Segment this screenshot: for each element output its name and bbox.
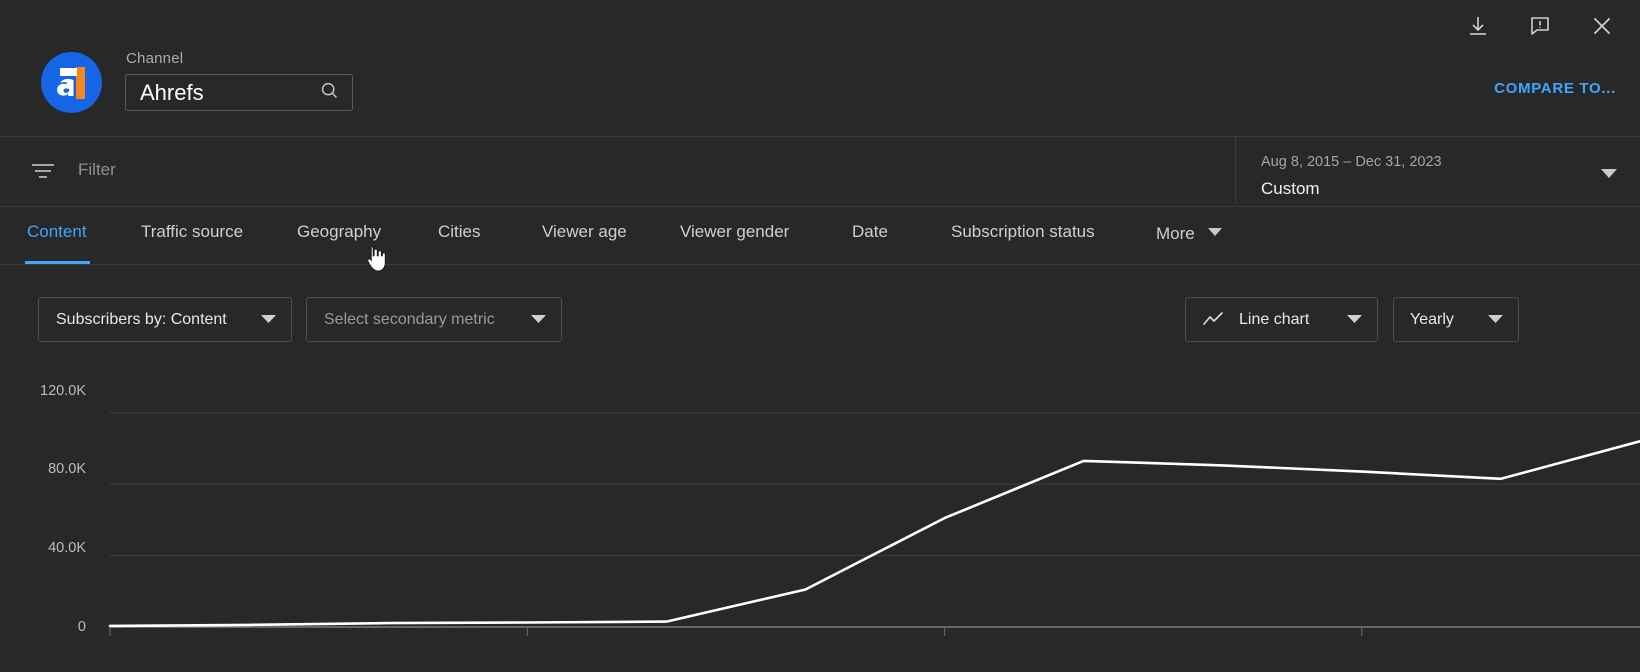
search-icon[interactable]: [319, 80, 340, 106]
chart-controls: Subscribers by: Content Select secondary…: [0, 264, 1640, 374]
date-range-value: Aug 8, 2015 – Dec 31, 2023: [1261, 154, 1442, 170]
chevron-down-icon: [1207, 222, 1223, 242]
secondary-metric-dropdown[interactable]: Select secondary metric: [306, 297, 562, 342]
chart-type-label: Line chart: [1239, 311, 1309, 329]
primary-metric-label: Subscribers by: Content: [56, 311, 227, 329]
channel-value: Ahrefs: [140, 82, 204, 104]
chevron-down-icon: [1600, 166, 1618, 184]
date-range-selector[interactable]: Aug 8, 2015 – Dec 31, 2023 Custom: [1235, 136, 1640, 205]
chevron-down-icon: [1346, 311, 1363, 329]
secondary-metric-placeholder: Select secondary metric: [324, 311, 495, 329]
filter-bar: Filter Aug 8, 2015 – Dec 31, 2023 Custom: [0, 136, 1640, 207]
granularity-dropdown[interactable]: Yearly: [1393, 297, 1519, 342]
chart-plot-area: [0, 374, 1640, 672]
youtube-studio-analytics-panel: Channel Ahrefs COMPARE TO... Filter Aug …: [0, 0, 1640, 672]
tab-viewer-gender[interactable]: Viewer gender: [680, 222, 789, 242]
subscribers-line-chart: 120.0K 80.0K 40.0K 0: [0, 374, 1640, 672]
chart-type-dropdown[interactable]: Line chart: [1185, 297, 1378, 342]
dimension-tabs: Content Traffic source Geography Cities …: [0, 206, 1640, 265]
chevron-down-icon: [260, 311, 277, 329]
tab-traffic-source[interactable]: Traffic source: [141, 222, 243, 242]
primary-metric-dropdown[interactable]: Subscribers by: Content: [38, 297, 292, 342]
tab-more[interactable]: More: [1156, 222, 1223, 244]
tab-cities[interactable]: Cities: [438, 222, 481, 242]
tab-subscription-status[interactable]: Subscription status: [951, 222, 1095, 242]
filter-icon[interactable]: [30, 161, 56, 181]
series-line-subscribers: [110, 441, 1640, 626]
tab-viewer-age[interactable]: Viewer age: [542, 222, 627, 242]
ahrefs-logo: [41, 52, 102, 113]
y-axis-label-40k: 40.0K: [0, 540, 86, 556]
tab-date[interactable]: Date: [852, 222, 888, 242]
filter-input[interactable]: Filter: [78, 160, 116, 180]
granularity-label: Yearly: [1410, 311, 1454, 329]
channel-header: Channel Ahrefs COMPARE TO...: [0, 0, 1640, 137]
tab-geography[interactable]: Geography: [297, 222, 381, 242]
tab-more-label: More: [1156, 224, 1195, 243]
date-range-mode: Custom: [1261, 179, 1320, 199]
chevron-down-icon: [1487, 311, 1504, 329]
compare-to-button[interactable]: COMPARE TO...: [1494, 80, 1616, 97]
y-axis-label-80k: 80.0K: [0, 461, 86, 477]
channel-search-input[interactable]: Ahrefs: [125, 74, 353, 111]
tab-content[interactable]: Content: [27, 222, 87, 242]
y-axis-label-0: 0: [0, 619, 86, 635]
channel-field-label: Channel: [126, 50, 183, 67]
line-chart-icon: [1202, 312, 1226, 328]
chevron-down-icon: [530, 311, 547, 329]
y-axis-label-120k: 120.0K: [0, 383, 86, 399]
